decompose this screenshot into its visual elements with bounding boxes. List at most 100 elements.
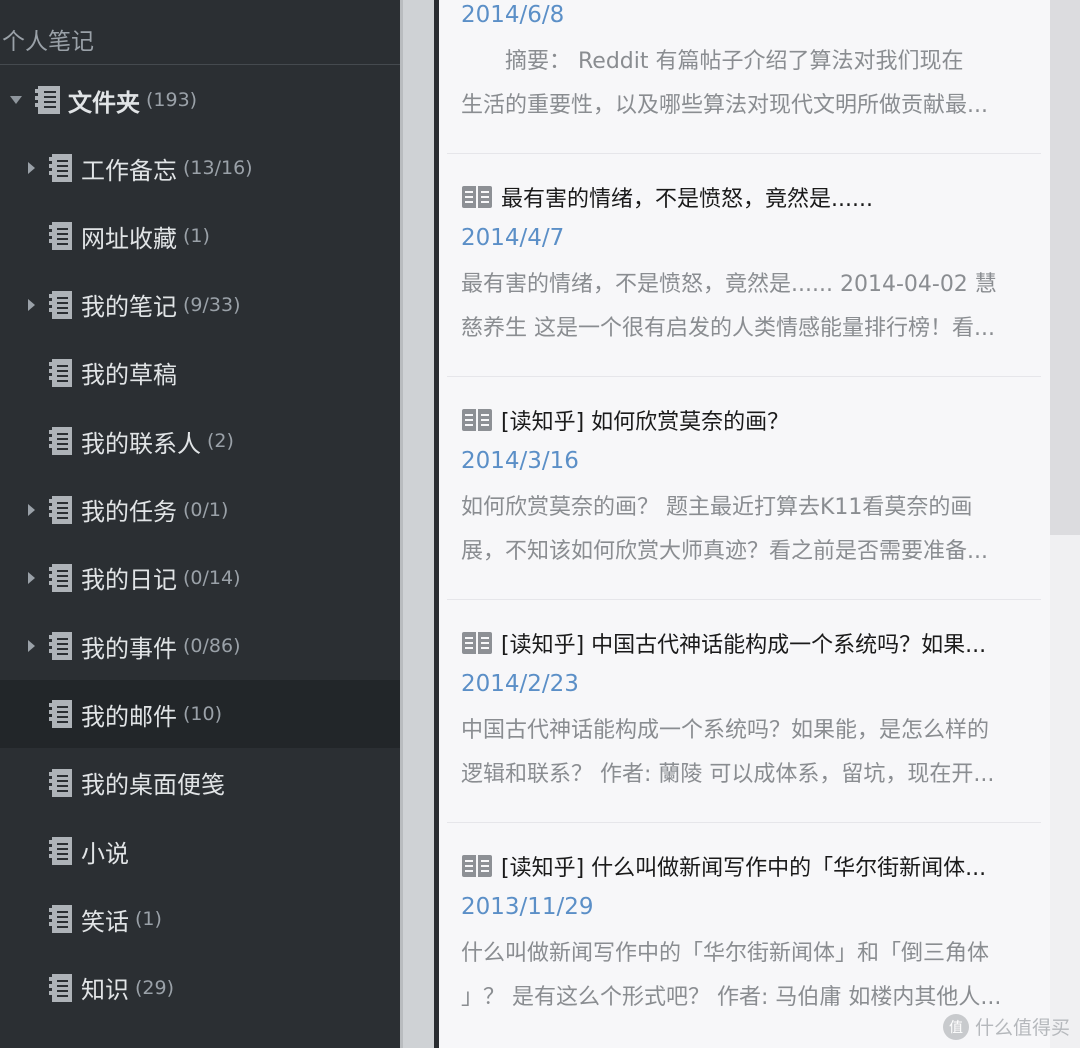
note-snippet-line: 什么叫做新闻写作中的「华尔街新闻体」和「倒三角体 (461, 941, 990, 966)
tree-item-count: (9/33) (183, 293, 241, 316)
tree-item[interactable]: 网址收藏 (1) (0, 202, 400, 270)
note-snippet-line: 慈养生 这是一个很有启发的人类情感能量排行榜！看... (461, 316, 995, 341)
note-snippet-line: 生活的重要性，以及哪些算法对现代文明所做贡献最... (461, 93, 988, 118)
tree-item-label: 我的日记 (81, 566, 177, 595)
notebook-icon (49, 837, 72, 865)
notebook-icon (49, 973, 72, 1002)
note-book-icon (462, 632, 492, 654)
expand-arrow-icon[interactable] (28, 571, 35, 584)
tree-item[interactable]: 工作备忘 (13/16) (0, 134, 400, 202)
notebook-icon (49, 768, 72, 797)
tree-item-label: 我的邮件 (81, 702, 177, 731)
watermark: 值 什么值得买 (942, 1013, 1070, 1040)
tree-item[interactable]: 我的日记 (0/14) (0, 544, 400, 612)
note-item[interactable]: [读知乎] 如何欣赏莫奈的画？ 2014/3/16 如何欣赏莫奈的画？ 题主最近打… (439, 400, 1041, 623)
tree-item-label: 工作备忘 (81, 156, 177, 185)
tree-item[interactable]: 我的桌面便笺 (0, 749, 400, 817)
tree-item-label: 小说 (81, 839, 129, 868)
tree-item-count: (0/14) (183, 566, 241, 589)
sidebar-header: 个人笔记 (2, 29, 94, 55)
tree-item-label: 我的联系人 (81, 429, 201, 458)
tree-item-label: 我的任务 (81, 498, 177, 526)
tree-item-label: 我的笔记 (81, 293, 177, 322)
note-snippet-line: 展，不知该如何欣赏大师真迹？看之前是否需要准备... (461, 539, 988, 564)
tree-item-count: (0/86) (183, 635, 241, 658)
note-list-scrollbar[interactable] (1050, 0, 1080, 1048)
tree-item[interactable]: 我的邮件 (10) (0, 680, 400, 749)
notebook-icon (49, 700, 72, 729)
note-date: 2014/4/7 (461, 225, 565, 251)
notebook-icon (49, 290, 72, 319)
notebook-icon (49, 905, 72, 934)
tree-item-count: (1) (183, 225, 210, 248)
notebook-icon (49, 632, 72, 661)
note-snippet-line: 最有害的情绪，不是愤怒，竟然是...... 2014-04-02 慧 (461, 272, 997, 297)
tree-item[interactable]: 知识 (29) (0, 954, 400, 1022)
tree-item-label: 我的草稿 (81, 361, 177, 390)
note-item[interactable]: 2014/6/8 摘要： Reddit 有篇帖子介绍了算法对我们现在 生活的重要性… (439, 0, 1041, 177)
tree-root-count: (193) (146, 89, 198, 111)
note-date: 2014/2/23 (461, 671, 579, 697)
note-title-row: 最有害的情绪，不是愤怒，竟然是...... (461, 177, 1041, 217)
tree-root-folder[interactable]: 文件夹 (193) (0, 66, 400, 134)
note-title: [读知乎] 如何欣赏莫奈的画？ (501, 410, 790, 435)
tree-item[interactable]: 我的笔记 (9/33) (0, 271, 400, 339)
tree-item-label: 我的桌面便笺 (81, 771, 225, 800)
note-title-row: [读知乎] 如何欣赏莫奈的画？ (461, 400, 1041, 440)
note-item[interactable]: 最有害的情绪，不是愤怒，竟然是...... 2014/4/7 最有害的情绪，不是愤怒… (439, 177, 1041, 400)
notebook-icon (49, 154, 72, 182)
pane-splitter[interactable] (400, 0, 434, 1048)
note-item[interactable]: [读知乎] 中国古代神话能构成一个系统吗？如果... 2014/2/23 中国古代… (439, 623, 1041, 846)
note-title-row: [读知乎] 中国古代神话能构成一个系统吗？如果... (461, 623, 1041, 663)
note-snippet-line: 如何欣赏莫奈的画？ 题主最近打算去K11看莫奈的画 (461, 495, 973, 520)
tree-item[interactable]: 我的草稿 (0, 339, 400, 407)
note-book-icon (462, 855, 492, 877)
tree-item-count: (13/16) (183, 157, 253, 179)
notebook-icon (49, 358, 72, 387)
note-snippet-line: 逻辑和联系？ 作者: 蘭陵 可以成体系，留坑，现在开... (461, 762, 995, 787)
tree-item[interactable]: 小说 (0, 817, 400, 885)
note-date: 2014/3/16 (461, 448, 579, 474)
tree-item-label: 我的事件 (81, 634, 177, 663)
collapse-arrow-icon[interactable] (10, 96, 22, 104)
tree-item[interactable]: 我的联系人 (2) (0, 407, 400, 475)
expand-arrow-icon[interactable] (28, 503, 35, 516)
note-book-icon (462, 186, 492, 208)
watermark-logo-icon: 值 (942, 1013, 969, 1040)
tree-item-label: 知识 (81, 976, 129, 1005)
note-list: 2014/6/8 摘要： Reddit 有篇帖子介绍了算法对我们现在 生活的重要性… (439, 0, 1080, 1048)
notebook-icon (49, 222, 72, 251)
watermark-text: 什么值得买 (974, 1017, 1070, 1039)
note-title: [读知乎] 中国古代神话能构成一个系统吗？如果... (501, 633, 987, 658)
note-separator (447, 599, 1041, 600)
expand-arrow-icon[interactable] (28, 298, 35, 311)
note-snippet-line: 摘要： Reddit 有篇帖子介绍了算法对我们现在 (461, 49, 964, 74)
scrollbar-thumb[interactable] (1050, 0, 1080, 535)
expand-arrow-icon[interactable] (28, 162, 35, 174)
note-date: 2013/11/29 (461, 894, 594, 920)
tree-item-count: (2) (207, 430, 234, 453)
note-separator (447, 153, 1041, 154)
tree-item[interactable]: 我的任务 (0/1) (0, 476, 400, 544)
notebook-icon (49, 563, 72, 592)
notebook-icon (49, 427, 72, 456)
tree-item[interactable]: 我的事件 (0/86) (0, 612, 400, 680)
tree-item-count: (29) (135, 976, 175, 999)
note-book-icon (462, 409, 492, 431)
splitter-edge (400, 0, 403, 1048)
tree-item-count: (1) (135, 908, 162, 931)
note-title-row: [读知乎] 什么叫做新闻写作中的「华尔街新闻体... (461, 846, 1041, 886)
tree-item-count: (10) (183, 703, 223, 726)
tree-item-label: 笑话 (81, 907, 129, 936)
tree-root-label: 文件夹 (68, 88, 140, 117)
tree-item-count: (0/1) (183, 498, 229, 521)
tree-item-label: 网址收藏 (81, 224, 177, 253)
expand-arrow-icon[interactable] (28, 640, 35, 653)
tree-item[interactable]: 笑话 (1) (0, 885, 400, 953)
notebook-icon (49, 495, 72, 524)
sidebar-divider (0, 64, 400, 65)
note-title: 最有害的情绪，不是愤怒，竟然是...... (501, 187, 873, 212)
note-title: [读知乎] 什么叫做新闻写作中的「华尔街新闻体... (501, 856, 987, 881)
note-separator (447, 822, 1041, 823)
note-separator (447, 376, 1041, 377)
